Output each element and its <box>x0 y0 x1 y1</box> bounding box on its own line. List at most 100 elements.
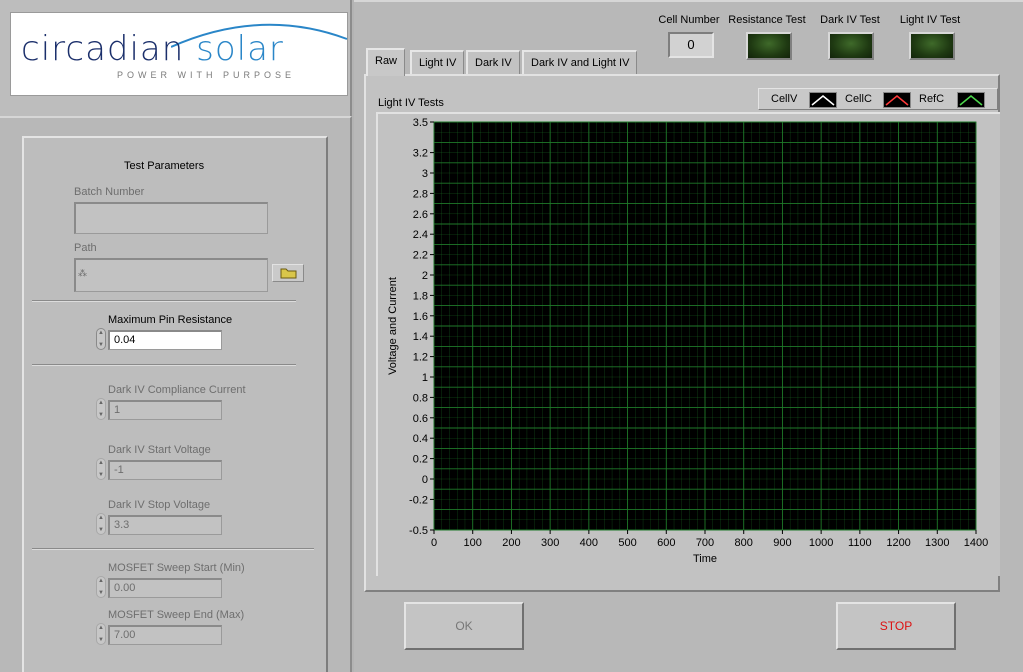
company-logo: circadian solar POWER WITH PURPOSE <box>10 12 348 96</box>
dark-iv-compliance-input[interactable]: 1 <box>108 400 222 420</box>
separator <box>32 548 314 550</box>
folder-icon <box>280 268 297 279</box>
tab-raw[interactable]: Raw <box>366 48 406 76</box>
y-tick-label: 0 <box>422 474 428 486</box>
logo-wordmark: circadian solar <box>21 29 284 69</box>
dark-iv-stop-spinner[interactable] <box>96 513 106 535</box>
y-tick-label: 2.4 <box>413 229 428 241</box>
y-tick-label: 0.6 <box>413 413 428 425</box>
x-tick-label: 500 <box>618 537 636 549</box>
dark-iv-stop-value: 3.3 <box>114 519 130 531</box>
left-panel: Test Parameters Batch Number Path ⁂ Maxi… <box>0 116 352 672</box>
y-tick-label: 2.6 <box>413 209 428 221</box>
y-tick-label: 2.2 <box>413 250 428 262</box>
max-pin-resistance-value: 0.04 <box>114 334 136 346</box>
x-tick-label: 1000 <box>809 537 833 549</box>
tab-panel-raw: Light IV Tests CellV CellC RefC 0 100 200 3… <box>364 74 1000 592</box>
x-axis-label: Time <box>693 553 717 565</box>
plot-legend: CellV CellC RefC <box>758 88 998 110</box>
tab-light-iv[interactable]: Light IV <box>410 50 465 74</box>
test-parameters-title: Test Parameters <box>124 160 205 172</box>
ok-button[interactable]: OK <box>404 602 524 650</box>
x-tick-label: 1300 <box>925 537 949 549</box>
light-iv-test-led <box>909 32 955 60</box>
right-area: Cell Number 0 Resistance Test Dark IV Te… <box>354 0 1023 672</box>
path-field[interactable]: ⁂ <box>74 258 268 292</box>
x-tick-label: 1200 <box>886 537 910 549</box>
dark-iv-start-label: Dark IV Start Voltage <box>108 444 211 456</box>
x-tick-label: 1400 <box>964 537 988 549</box>
browse-button[interactable] <box>272 264 304 282</box>
tab-dark-iv[interactable]: Dark IV <box>466 50 520 74</box>
mosfet-start-input[interactable]: 0.00 <box>108 578 222 598</box>
stop-button[interactable]: STOP <box>836 602 956 650</box>
max-pin-resistance-label: Maximum Pin Resistance <box>108 314 233 326</box>
cell-number-label: Cell Number <box>658 14 720 26</box>
legend-cellv-swatch[interactable] <box>809 92 837 108</box>
legend-refc-label: RefC <box>919 93 945 105</box>
y-tick-label: 3.2 <box>413 148 428 160</box>
dark-iv-compliance-label: Dark IV Compliance Current <box>108 384 246 396</box>
legend-cellc-swatch[interactable] <box>883 92 911 108</box>
mosfet-start-label: MOSFET Sweep Start (Min) <box>108 562 245 574</box>
legend-cellv-label: CellV <box>771 93 798 105</box>
dark-iv-stop-label: Dark IV Stop Voltage <box>108 499 211 511</box>
y-tick-label: 1.8 <box>413 290 428 302</box>
x-tick-label: 1100 <box>848 537 872 549</box>
legend-refc-swatch[interactable] <box>957 92 985 108</box>
test-parameters-cluster: Test Parameters Batch Number Path ⁂ Maxi… <box>22 136 328 672</box>
x-tick-label: 200 <box>502 537 520 549</box>
mosfet-end-label: MOSFET Sweep End (Max) <box>108 609 245 621</box>
y-tick-label: 3.5 <box>413 117 428 129</box>
max-pin-resistance-input[interactable]: 0.04 <box>108 330 222 350</box>
dark-iv-start-input[interactable]: -1 <box>108 460 222 480</box>
mosfet-start-spinner[interactable] <box>96 576 106 598</box>
dark-iv-compliance-value: 1 <box>114 404 121 416</box>
legend-cellc-label: CellC <box>845 93 872 105</box>
max-pin-resistance-spinner[interactable] <box>96 328 106 350</box>
logo-area: circadian solar POWER WITH PURPOSE <box>0 0 352 116</box>
x-tick-label: 800 <box>735 537 753 549</box>
iv-chart[interactable]: 0 100 200 300 400 500 600 700 800 900 1000 1100 1200… <box>378 114 998 574</box>
batch-number-field[interactable] <box>74 202 268 234</box>
logo-word-circadian: circadian <box>21 29 185 69</box>
mosfet-end-value: 7.00 <box>114 629 136 641</box>
y-tick-label: 0.8 <box>413 392 428 404</box>
light-iv-test-label: Light IV Test <box>899 14 961 26</box>
y-tick-label: 2 <box>422 270 428 282</box>
y-tick-label: 2.8 <box>413 188 428 200</box>
cell-number-display: 0 <box>668 32 714 58</box>
dark-iv-test-led <box>828 32 874 60</box>
x-tick-label: 700 <box>696 537 714 549</box>
batch-number-label: Batch Number <box>74 186 145 198</box>
y-tick-label: 0.4 <box>413 433 428 445</box>
dark-iv-compliance-spinner[interactable] <box>96 398 106 420</box>
x-tick-label: 0 <box>431 537 437 549</box>
path-label: Path <box>74 242 97 254</box>
resistance-test-label: Resistance Test <box>728 14 806 26</box>
path-icon: ⁂ <box>78 268 87 278</box>
x-tick-label: 900 <box>773 537 791 549</box>
mosfet-end-input[interactable]: 7.00 <box>108 625 222 645</box>
separator <box>32 300 296 302</box>
mosfet-end-spinner[interactable] <box>96 623 106 645</box>
y-axis-label: Voltage and Current <box>387 277 399 375</box>
dark-iv-test-label: Dark IV Test <box>820 14 880 26</box>
dark-iv-start-spinner[interactable] <box>96 458 106 480</box>
resistance-test-led <box>746 32 792 60</box>
x-tick-label: 400 <box>580 537 598 549</box>
graph-frame: 0 100 200 300 400 500 600 700 800 900 1000 1100 1200… <box>376 112 1000 576</box>
dark-iv-start-value: -1 <box>114 464 124 476</box>
x-tick-label: 300 <box>541 537 559 549</box>
x-tick-label: 100 <box>464 537 482 549</box>
dark-iv-stop-input[interactable]: 3.3 <box>108 515 222 535</box>
y-tick-label: 1.6 <box>413 311 428 323</box>
y-tick-label: -0.2 <box>409 494 428 506</box>
x-tick-label: 600 <box>657 537 675 549</box>
y-tick-label: 3 <box>422 168 428 180</box>
y-tick-label: 0.2 <box>413 454 428 466</box>
mosfet-start-value: 0.00 <box>114 582 136 594</box>
separator <box>32 364 296 366</box>
y-tick-label: 1.2 <box>413 352 428 364</box>
tab-dark-and-light-iv[interactable]: Dark IV and Light IV <box>522 50 638 74</box>
